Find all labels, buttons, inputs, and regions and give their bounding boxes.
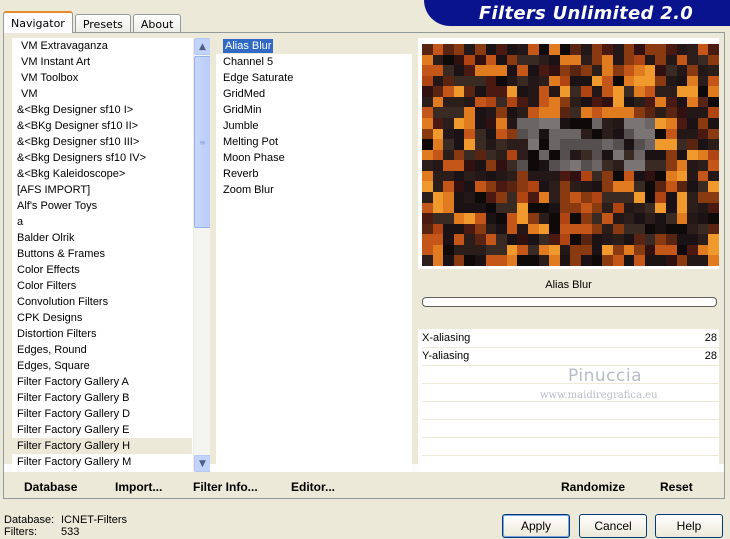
database-label: Database: — [4, 514, 55, 526]
filter-info-button[interactable]: Filter Info... — [193, 480, 258, 494]
filter-item-label: Channel 5 — [223, 56, 274, 68]
filter-item-label: GridMin — [223, 104, 262, 116]
category-item[interactable]: &<Bkg Designers sf10 IV> — [12, 150, 192, 166]
category-scrollbar[interactable]: ▲ ≡ ▼ — [193, 38, 210, 472]
filter-item[interactable]: Melting Pot — [216, 134, 412, 150]
apply-button[interactable]: Apply — [502, 514, 570, 538]
category-item[interactable]: &<Bkg Kaleidoscope> — [12, 166, 192, 182]
category-item[interactable]: VM Instant Art — [12, 54, 192, 70]
filter-item-label: Melting Pot — [223, 136, 279, 148]
help-button[interactable]: Help — [655, 514, 723, 538]
filter-item-label: Reverb — [223, 168, 259, 180]
parameter-value[interactable]: 28 — [705, 332, 717, 344]
filter-item[interactable]: Moon Phase — [216, 150, 412, 166]
progress-bar — [422, 297, 717, 307]
parameter-value[interactable]: 28 — [705, 350, 717, 362]
category-item[interactable]: &<BKg Designer sf10 II> — [12, 118, 192, 134]
parameter-label: Y-aliasing — [422, 350, 470, 362]
filter-name-box: Alias Blur — [418, 269, 719, 329]
category-item[interactable]: [AFS IMPORT] — [12, 182, 192, 198]
category-item[interactable]: Filter Factory Gallery A — [12, 374, 192, 390]
category-item[interactable]: Filter Factory Gallery M — [12, 454, 192, 470]
reset-button[interactable]: Reset — [660, 480, 693, 494]
category-item[interactable]: Filter Factory Gallery E — [12, 422, 192, 438]
category-list[interactable]: VM Extravaganza VM Instant Art VM Toolbox V… — [12, 38, 210, 472]
editor-button[interactable]: Editor... — [291, 480, 335, 494]
filters-count: 533 — [61, 526, 80, 538]
category-item[interactable]: Alf's Power Toys — [12, 198, 192, 214]
category-item[interactable]: Color Filters — [12, 278, 192, 294]
scroll-down-icon[interactable]: ▼ — [194, 455, 210, 472]
category-item[interactable]: &<Bkg Designer sf10 III> — [12, 134, 192, 150]
category-item[interactable]: Color Effects — [12, 262, 192, 278]
bottom-toolbar: Database Import... Filter Info... Editor… — [4, 472, 724, 498]
category-item[interactable]: CPK Designs — [12, 310, 192, 326]
watermark-name: Pinuccia — [568, 366, 642, 386]
parameter-row[interactable]: Y-aliasing 28 — [422, 348, 719, 366]
filter-item[interactable]: Reverb — [216, 166, 412, 182]
randomize-button[interactable]: Randomize — [561, 480, 625, 494]
category-item[interactable]: Convolution Filters — [12, 294, 192, 310]
filter-item-label: GridMed — [223, 88, 266, 100]
parameter-row — [422, 420, 719, 438]
app-banner: Filters Unlimited 2.0 — [424, 0, 730, 26]
database-button[interactable]: Database — [24, 480, 77, 494]
scroll-up-icon[interactable]: ▲ — [194, 38, 210, 55]
category-item[interactable]: Buttons & Frames — [12, 246, 192, 262]
filter-item-label: Jumble — [223, 120, 259, 132]
parameter-row — [422, 402, 719, 420]
filter-list[interactable]: Alias Blur Channel 5 Edge Saturate GridMed G… — [216, 38, 412, 472]
filter-item[interactable]: Zoom Blur — [216, 182, 412, 198]
filter-item-label: Edge Saturate — [223, 72, 294, 84]
category-item[interactable]: a — [12, 214, 192, 230]
filter-item[interactable]: Channel 5 — [216, 54, 412, 70]
category-items: VM Extravaganza VM Instant Art VM Toolbox V… — [12, 38, 192, 470]
filter-item[interactable]: GridMin — [216, 102, 412, 118]
parameter-row — [422, 438, 719, 456]
filter-name-label: Alias Blur — [545, 279, 592, 291]
parameter-label: X-aliasing — [422, 332, 471, 344]
filter-item[interactable]: Edge Saturate — [216, 70, 412, 86]
preview-pane: Alias Blur X-aliasing 28 Y-aliasing 28 Pinu… — [418, 38, 719, 474]
category-item[interactable]: Filter Factory Gallery B — [12, 390, 192, 406]
navigator-panel: VM Extravaganza VM Instant Art VM Toolbox V… — [3, 32, 725, 499]
filter-item[interactable]: Alias Blur — [216, 38, 412, 54]
filter-item[interactable]: GridMed — [216, 86, 412, 102]
category-item[interactable]: Edges, Square — [12, 358, 192, 374]
parameter-list: X-aliasing 28 Y-aliasing 28 — [422, 330, 719, 474]
category-item[interactable]: VM Toolbox — [12, 70, 192, 86]
tab-navigator[interactable]: Navigator — [3, 11, 73, 33]
filter-item[interactable]: Jumble — [216, 118, 412, 134]
category-item[interactable]: VM Extravaganza — [12, 38, 192, 54]
category-item[interactable]: Balder Olrik — [12, 230, 192, 246]
category-item[interactable]: Filter Factory Gallery H — [12, 438, 192, 454]
category-item[interactable]: Distortion Filters — [12, 326, 192, 342]
cancel-button[interactable]: Cancel — [579, 514, 647, 538]
filter-item-label: Alias Blur — [223, 39, 274, 53]
tab-presets[interactable]: Presets — [74, 14, 131, 33]
preview-image — [422, 44, 719, 266]
tab-bar: Navigator Presets About — [3, 11, 183, 33]
filter-item-label: Zoom Blur — [223, 184, 274, 196]
scroll-thumb[interactable]: ≡ — [194, 56, 210, 228]
parameter-row[interactable]: X-aliasing 28 — [422, 330, 719, 348]
watermark-url: www.maidiregrafica.eu — [540, 390, 658, 401]
filters-label: Filters: — [4, 526, 37, 538]
status-info: Database: ICNET-Filters Filters: 533 — [4, 514, 127, 538]
import-button[interactable]: Import... — [115, 480, 162, 494]
tab-about[interactable]: About — [132, 14, 182, 33]
category-item[interactable]: &<Bkg Designer sf10 I> — [12, 102, 192, 118]
category-item[interactable]: VM — [12, 86, 192, 102]
category-item[interactable]: Edges, Round — [12, 342, 192, 358]
category-item[interactable]: Filter Factory Gallery D — [12, 406, 192, 422]
database-value: ICNET-Filters — [61, 514, 127, 526]
filter-item-label: Moon Phase — [223, 152, 285, 164]
